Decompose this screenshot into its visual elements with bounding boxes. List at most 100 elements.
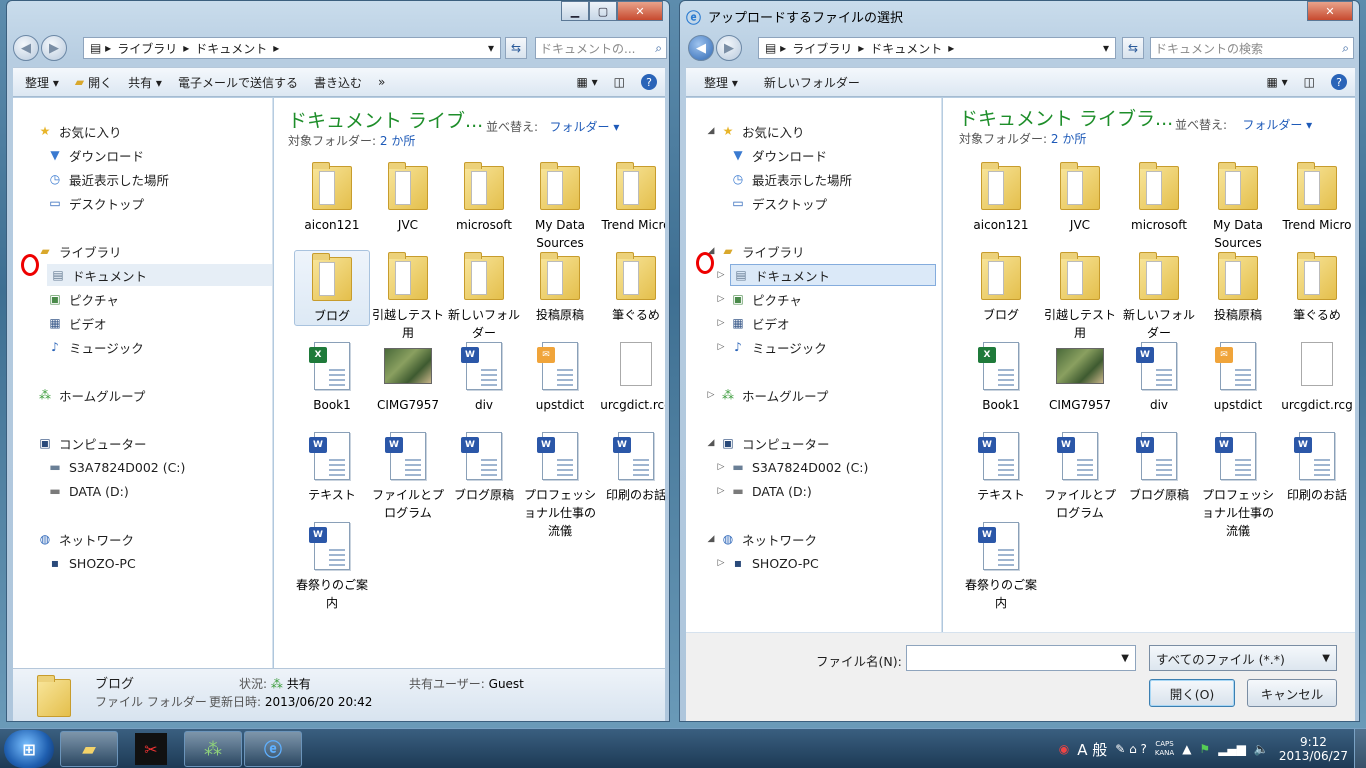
file-item[interactable]: CIMG7957 [370,340,446,414]
file-item[interactable]: 新しいフォルダー [446,250,522,342]
open-button[interactable]: 開く(O) [1149,679,1235,707]
file-item[interactable]: 新しいフォルダー [1121,250,1197,342]
nav-item-3[interactable]: ▭ デスクトップ [47,192,144,214]
new-folder-button[interactable]: 新しいフォルダー [746,67,868,97]
nav-item-10[interactable]: ▣ コンピューター [720,432,829,454]
file-item[interactable]: 筆ぐるめ [598,250,665,324]
file-item[interactable]: Trend Micro [598,160,665,234]
file-item[interactable]: W ファイルとプログラム [370,430,446,522]
file-item[interactable]: W ブログ原稿 [446,430,522,504]
breadcrumb-documents[interactable]: ドキュメント [195,40,267,57]
file-item[interactable]: JVC [370,160,446,234]
nav-item-0[interactable]: ★ お気に入り [720,120,805,142]
file-item[interactable]: W ブログ原稿 [1121,430,1197,504]
back-button[interactable]: ◀ [13,35,39,61]
search-icon[interactable]: ⌕ [655,41,662,56]
app-taskbar-button[interactable]: ✂ [122,731,180,767]
nav-item-7[interactable]: ▦ ビデオ [730,312,789,334]
nav-item-8[interactable]: ♪ ミュージック [730,336,827,358]
file-item[interactable]: Trend Micro [1279,160,1355,234]
action-center-icon[interactable]: ⚑ [1199,742,1210,756]
expand-arrow-icon[interactable]: ▷ [716,558,726,568]
nav-item-13[interactable]: ◍ ネットワーク [720,528,817,550]
expand-arrow-icon[interactable]: ▷ [706,390,716,400]
maximize-button[interactable]: ▢ [589,1,617,21]
nav-item-12[interactable]: ▬ DATA (D:) [730,480,811,502]
network-signal-icon[interactable]: ▂▄▆ [1218,742,1246,756]
explorer-taskbar-button[interactable]: ▰ [60,731,118,767]
internet-explorer-taskbar-button[interactable]: ⓔ [244,731,302,767]
refresh-button[interactable]: ⇆ [505,37,527,59]
ime-tools-icon[interactable]: ✎ ⌂ ? [1115,742,1147,756]
sort-dropdown[interactable]: フォルダー ▾ [1242,118,1312,132]
cancel-button[interactable]: キャンセル [1247,679,1337,707]
address-dropdown-icon[interactable]: ▾ [488,41,494,55]
file-item[interactable]: X Book1 [963,340,1039,414]
expand-arrow-icon[interactable]: ▷ [716,462,726,472]
search-input[interactable]: ドキュメントの... ⌕ [535,37,667,59]
preview-pane-button[interactable]: ◫ [606,67,633,97]
file-item[interactable]: Wdiv [446,340,522,414]
organize-button[interactable]: 整理 ▾ [686,67,746,97]
file-item[interactable]: My Data Sources [1200,160,1276,252]
minimize-button[interactable]: ▁ [561,1,589,21]
expand-arrow-icon[interactable]: ▷ [716,294,726,304]
nav-item-2[interactable]: ◷ 最近表示した場所 [730,168,852,190]
file-item[interactable]: W プロフェッショナル仕事の流儀 [522,430,598,540]
nav-item-4[interactable]: ▰ ライブラリ [37,240,121,262]
nav-item-9[interactable]: ⁂ ホームグループ [37,384,145,406]
close-button[interactable]: ✕ [1307,1,1353,21]
file-item[interactable]: W 印刷のお話 [598,430,665,504]
address-bar[interactable]: ▤ ▸ ライブラリ ▸ ドキュメント ▸ ▾ [83,37,501,59]
address-dropdown-icon[interactable]: ▾ [1103,41,1109,55]
view-options-button[interactable]: ▦ ▾ [1258,67,1295,97]
nav-item-0[interactable]: ★ お気に入り [37,120,122,142]
file-item[interactable]: ブログ [963,250,1039,324]
open-button[interactable]: ▰ 開く [67,67,120,97]
file-item[interactable]: ✉ upstdict [1200,340,1276,414]
file-item[interactable]: 引越しテスト用 [370,250,446,342]
filename-input[interactable]: ▼ [906,645,1136,671]
search-icon[interactable]: ⌕ [1342,41,1349,56]
burn-button[interactable]: 書き込む [306,67,370,97]
library-locations-link[interactable]: 2 か所 [1051,132,1086,146]
forward-button[interactable]: ▶ [41,35,67,61]
nav-item-4[interactable]: ▰ ライブラリ [720,240,804,262]
forward-button[interactable]: ▶ [716,35,742,61]
file-item[interactable]: My Data Sources [522,160,598,252]
start-button[interactable]: ⊞ [4,730,54,768]
expand-arrow-icon[interactable]: ▷ [716,342,726,352]
file-item[interactable]: W 春祭りのご案内 [963,520,1039,612]
nav-item-14[interactable]: ▪ SHOZO-PC [730,552,819,574]
nav-item-1[interactable]: ▼ ダウンロード [47,144,144,166]
expand-arrow-icon[interactable]: ▷ [716,270,726,280]
nav-item-2[interactable]: ◷ 最近表示した場所 [47,168,169,190]
file-type-select[interactable]: すべてのファイル (*.*) ▼ [1149,645,1337,671]
file-item[interactable]: urcgdict.rcg [598,340,665,414]
close-button[interactable]: ✕ [617,1,663,21]
file-item[interactable]: ✉ upstdict [522,340,598,414]
share-button[interactable]: 共有 ▾ [120,67,170,97]
file-item[interactable]: urcgdict.rcg [1279,340,1355,414]
more-commands-button[interactable]: » [370,67,393,97]
file-item[interactable]: W 印刷のお話 [1279,430,1355,504]
nav-item-5[interactable]: ▤ ドキュメント [47,264,272,286]
breadcrumb-libraries[interactable]: ライブラリ [792,40,852,57]
back-button[interactable]: ◀ [688,35,714,61]
address-bar[interactable]: ▤ ▸ ライブラリ ▸ ドキュメント ▸ ▾ [758,37,1116,59]
ime-indicator[interactable]: A 般 [1077,739,1107,760]
nav-item-8[interactable]: ♪ ミュージック [47,336,144,358]
nav-item-12[interactable]: ▬ DATA (D:) [47,480,128,502]
breadcrumb-libraries[interactable]: ライブラリ [117,40,177,57]
nav-item-1[interactable]: ▼ ダウンロード [730,144,827,166]
collapse-arrow-icon[interactable]: ◢ [706,126,716,136]
file-item[interactable]: 筆ぐるめ [1279,250,1355,324]
messenger-taskbar-button[interactable]: ⁂ [184,731,242,767]
preview-pane-button[interactable]: ◫ [1296,67,1323,97]
file-item[interactable]: W ファイルとプログラム [1042,430,1118,522]
explorer-titlebar[interactable]: ▁ ▢ ✕ [7,1,669,31]
library-locations-link[interactable]: 2 か所 [380,134,415,148]
file-item[interactable]: aicon121 [963,160,1039,234]
refresh-button[interactable]: ⇆ [1122,37,1144,59]
nav-item-9[interactable]: ⁂ ホームグループ [720,384,828,406]
